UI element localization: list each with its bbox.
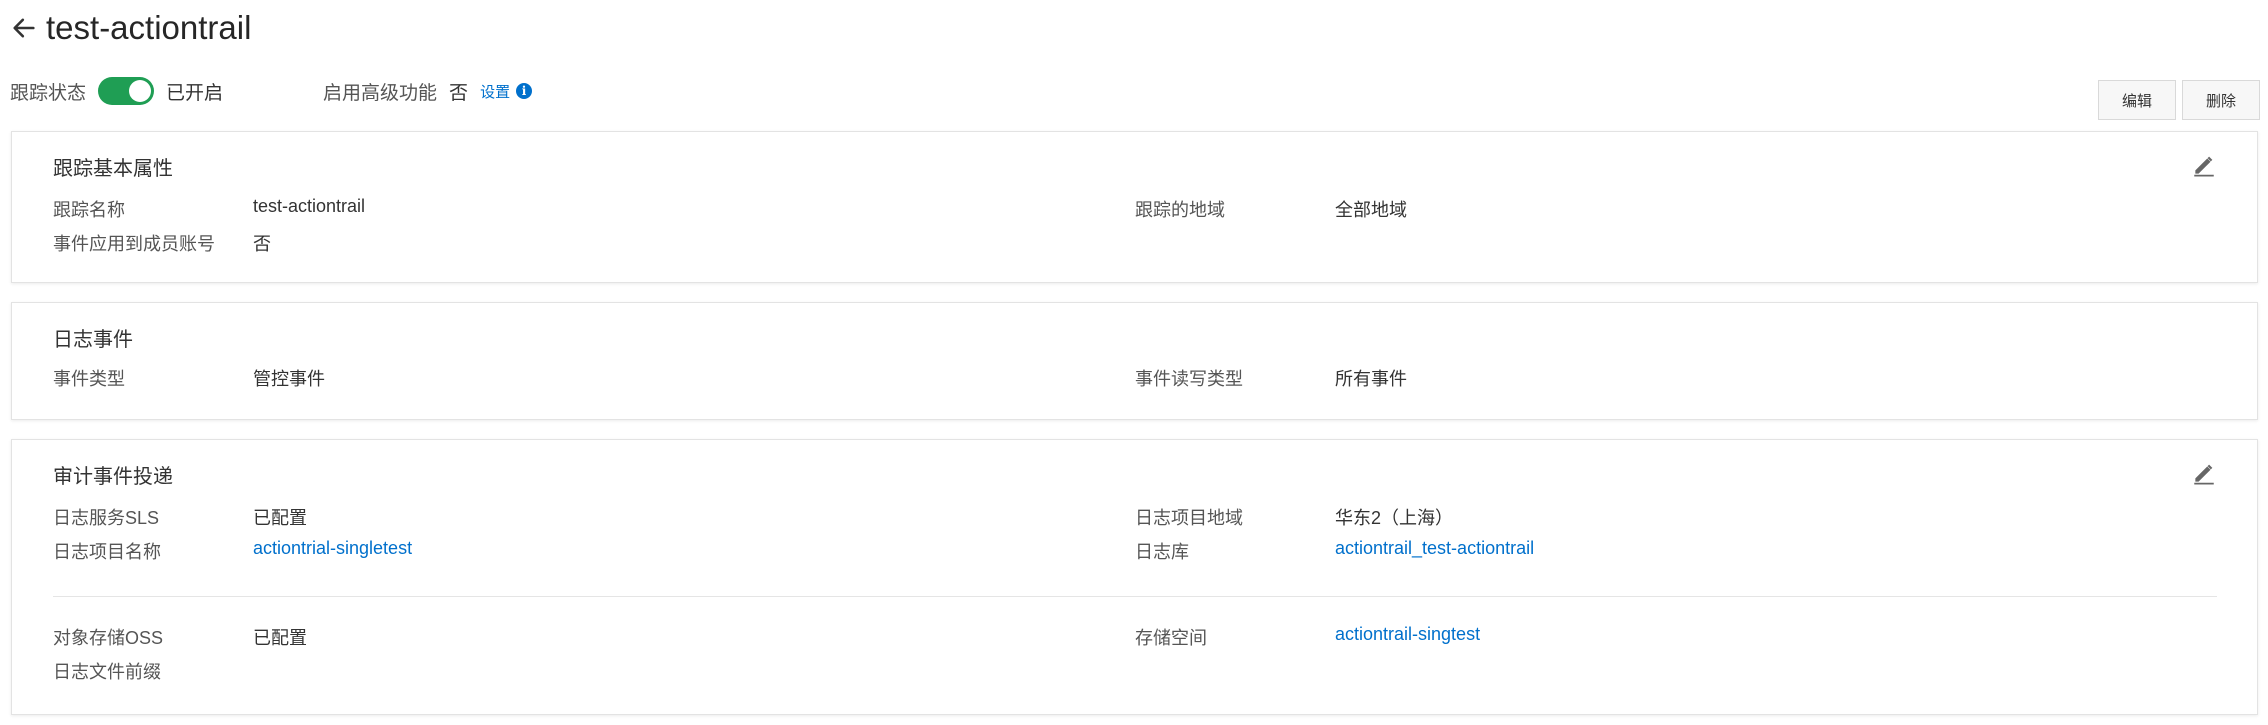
info-icon[interactable]: i bbox=[516, 83, 533, 99]
event-delivery-title: 审计事件投递 bbox=[53, 466, 173, 488]
event-type-label: 事件类型 bbox=[53, 369, 125, 389]
logstore-label: 日志库 bbox=[1135, 542, 1189, 562]
trail-region-label: 跟踪的地域 bbox=[1135, 200, 1225, 220]
project-name-label: 日志项目名称 bbox=[53, 542, 161, 562]
sls-value: 已配置 bbox=[253, 508, 307, 528]
status-row: 跟踪状态 已开启 启用高级功能 否 设置 i bbox=[10, 74, 2258, 108]
section-divider bbox=[53, 596, 2217, 597]
oss-label: 对象存储OSS bbox=[53, 628, 164, 648]
member-account-value: 否 bbox=[253, 234, 271, 254]
page-header: test-actiontrail bbox=[10, 6, 251, 50]
delete-button[interactable]: 删除 bbox=[2182, 80, 2260, 120]
project-name-link[interactable]: actiontrial-singletest bbox=[253, 538, 412, 559]
log-events-card: 日志事件 事件类型 管控事件 事件读写类型 所有事件 bbox=[11, 302, 2258, 420]
edit-button[interactable]: 编辑 bbox=[2098, 80, 2176, 120]
pencil-edit-icon[interactable] bbox=[2191, 460, 2217, 486]
project-region-label: 日志项目地域 bbox=[1135, 508, 1243, 528]
advanced-feature-value: 否 bbox=[449, 82, 469, 104]
event-rw-type-value: 所有事件 bbox=[1335, 369, 1407, 389]
trail-region-value: 全部地域 bbox=[1335, 200, 1407, 220]
event-delivery-card: 审计事件投递 日志服务SLS 已配置 日志项目地域 华东2（上海） 日志项目名称… bbox=[11, 439, 2258, 715]
project-region-value: 华东2（上海） bbox=[1335, 508, 1454, 528]
toggle-knob bbox=[129, 80, 152, 102]
sls-label: 日志服务SLS bbox=[53, 508, 160, 528]
trail-name-value: test-actiontrail bbox=[253, 196, 366, 216]
page-title: test-actiontrail bbox=[46, 9, 252, 46]
trail-name-label: 跟踪名称 bbox=[53, 200, 125, 220]
arrow-left-icon[interactable] bbox=[10, 14, 38, 42]
bucket-label: 存储空间 bbox=[1135, 628, 1207, 648]
member-account-label: 事件应用到成员账号 bbox=[53, 234, 215, 254]
basic-attributes-title: 跟踪基本属性 bbox=[53, 158, 173, 180]
oss-value: 已配置 bbox=[253, 628, 307, 648]
log-events-title: 日志事件 bbox=[53, 329, 133, 351]
pencil-edit-icon[interactable] bbox=[2191, 152, 2217, 178]
basic-attributes-card: 跟踪基本属性 跟踪名称 test-actiontrail 跟踪的地域 全部地域 … bbox=[11, 131, 2258, 283]
tracking-status-label: 跟踪状态 bbox=[10, 82, 87, 104]
logstore-link[interactable]: actiontrail_test-actiontrail bbox=[1335, 538, 1534, 559]
tracking-status-toggle[interactable] bbox=[98, 77, 155, 105]
event-rw-type-label: 事件读写类型 bbox=[1135, 369, 1243, 389]
log-prefix-label: 日志文件前缀 bbox=[53, 662, 161, 682]
tracking-status-text: 已开启 bbox=[166, 82, 224, 104]
settings-link[interactable]: 设置 bbox=[480, 81, 510, 102]
advanced-feature-label: 启用高级功能 bbox=[323, 82, 438, 104]
bucket-link[interactable]: actiontrail-singtest bbox=[1335, 624, 1480, 645]
event-type-value: 管控事件 bbox=[253, 369, 325, 389]
